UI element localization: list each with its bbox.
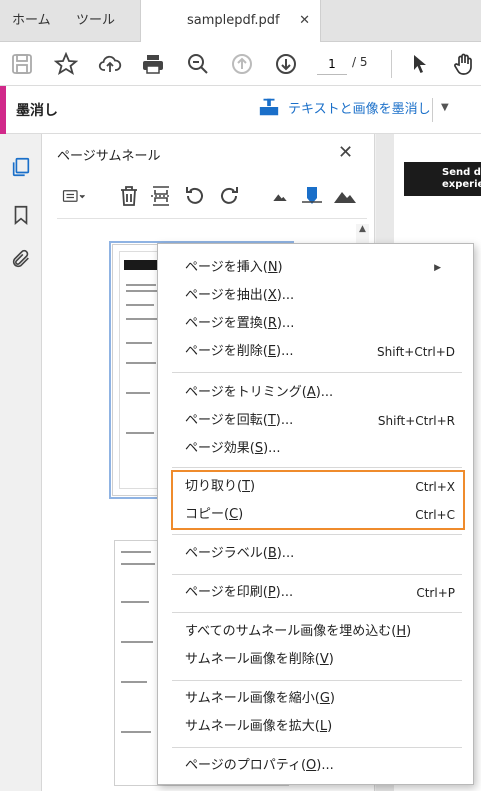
thumbnail-large-icon[interactable]	[332, 182, 358, 210]
menu-item-embed-thumbnails[interactable]: すべてのサムネール画像を埋め込む(H)	[158, 618, 473, 646]
menu-item-print-pages[interactable]: ページを印刷(P)... Ctrl+P	[158, 579, 473, 607]
menu-item-copy[interactable]: コピー(C) Ctrl+C	[158, 501, 473, 529]
banner-text-2: experien	[442, 179, 481, 190]
left-rail	[0, 134, 42, 791]
page-up-icon[interactable]	[228, 50, 256, 78]
toolbar-divider	[391, 50, 392, 78]
thumbnail-text-line	[126, 284, 156, 286]
thumbnail-context-menu: ページを挿入(N) ▶ ページを抽出(X)... ページを置換(R)... ペー…	[157, 243, 474, 785]
zoom-out-icon[interactable]	[184, 50, 212, 78]
tab-tools[interactable]: ツール	[76, 0, 115, 42]
menu-item-insert-pages[interactable]: ページを挿入(N) ▶	[158, 254, 473, 282]
print-icon[interactable]	[139, 50, 167, 78]
redact-icon	[259, 98, 279, 116]
thumbnail-text-line	[121, 731, 151, 733]
menu-item-enlarge-thumbnails[interactable]: サムネール画像を拡大(L)	[158, 713, 473, 741]
menu-item-delete-pages[interactable]: ページを削除(E)... Shift+Ctrl+D	[158, 338, 473, 366]
thumbnail-text-line	[121, 551, 151, 553]
menu-shortcut: Shift+Ctrl+R	[377, 414, 455, 428]
menu-item-cut[interactable]: 切り取り(T) Ctrl+X	[158, 473, 473, 501]
redact-action-label: テキストと画像を墨消し	[288, 101, 431, 117]
menu-separator	[172, 680, 462, 681]
page-thumbnails-icon[interactable]	[8, 154, 34, 180]
panel-close-icon[interactable]: ✕	[338, 142, 353, 163]
menu-separator	[172, 747, 462, 748]
menu-item-page-transitions[interactable]: ページ効果(S)...	[158, 435, 473, 463]
menu-shortcut: Ctrl+C	[415, 508, 455, 522]
menu-separator	[172, 612, 462, 613]
panel-toolbar	[42, 176, 375, 216]
thumbnail-text-line	[126, 290, 160, 292]
menu-separator	[172, 467, 462, 468]
thumbnail-small-icon[interactable]	[270, 182, 290, 210]
thumbnail-banner	[124, 260, 160, 270]
menu-item-rotate-pages[interactable]: ページを回転(T)... Shift+Ctrl+R	[158, 407, 473, 435]
menu-shortcut: Ctrl+X	[415, 480, 455, 494]
rotate-ccw-icon[interactable]	[182, 182, 208, 210]
redact-accent-bar	[0, 86, 6, 134]
tab-bar: ホーム ツール samplepdf.pdf ✕	[0, 0, 481, 43]
select-cursor-icon[interactable]	[406, 50, 434, 78]
menu-separator	[172, 574, 462, 575]
thumbnail-text-line	[121, 601, 149, 603]
menu-item-remove-thumbnails[interactable]: サムネール画像を削除(V)	[158, 646, 473, 674]
menu-item-page-labels[interactable]: ページラベル(B)...	[158, 540, 473, 568]
extract-page-icon[interactable]	[148, 182, 174, 210]
redact-dropdown-icon[interactable]: ▼	[441, 102, 449, 113]
scroll-up-icon[interactable]: ▲	[356, 224, 369, 238]
menu-shortcut: Shift+Ctrl+D	[377, 345, 455, 359]
panel-divider	[57, 218, 367, 219]
menu-item-replace-pages[interactable]: ページを置換(R)...	[158, 310, 473, 338]
thumbnail-text-line	[121, 563, 155, 565]
menu-shortcut: Ctrl+P	[416, 586, 455, 600]
thumbnail-size-slider-icon[interactable]	[300, 182, 324, 210]
menu-item-page-properties[interactable]: ページのプロパティ(O)...	[158, 752, 473, 780]
thumbnail-text-line	[121, 681, 147, 683]
close-tab-icon[interactable]: ✕	[299, 0, 310, 42]
cloud-upload-icon[interactable]	[96, 50, 124, 78]
menu-item-reduce-thumbnails[interactable]: サムネール画像を縮小(G)	[158, 685, 473, 713]
redact-toolbar: 墨消し テキストと画像を墨消し ▼	[0, 86, 481, 134]
star-icon[interactable]	[52, 50, 80, 78]
panel-title: ページサムネール	[57, 149, 161, 164]
page-total: / 5	[352, 55, 368, 69]
document-banner: Send do experien	[404, 162, 481, 196]
redact-divider	[432, 98, 433, 122]
redact-text-image-button[interactable]: テキストと画像を墨消し	[258, 96, 431, 118]
menu-separator	[172, 534, 462, 535]
save-icon[interactable]	[8, 50, 36, 78]
menu-item-extract-pages[interactable]: ページを抽出(X)...	[158, 282, 473, 310]
redact-title: 墨消し	[16, 103, 58, 119]
menu-item-crop-pages[interactable]: ページをトリミング(A)...	[158, 379, 473, 407]
tab-document-label: samplepdf.pdf	[187, 13, 280, 28]
thumbnail-text-line	[126, 342, 152, 344]
thumbnail-text-line	[126, 362, 156, 364]
banner-text-1: Send do	[442, 167, 481, 178]
delete-page-icon[interactable]	[116, 182, 142, 210]
thumbnail-text-line	[121, 641, 153, 643]
thumbnail-text-line	[126, 304, 154, 306]
thumbnail-text-line	[126, 318, 158, 320]
tab-home[interactable]: ホーム	[12, 0, 51, 42]
submenu-arrow-icon: ▶	[434, 263, 441, 273]
rotate-cw-icon[interactable]	[216, 182, 242, 210]
page-down-icon[interactable]	[272, 50, 300, 78]
tab-document[interactable]: samplepdf.pdf ✕	[140, 0, 321, 43]
page-number-input[interactable]	[317, 53, 347, 75]
thumbnail-text-line	[126, 392, 150, 394]
menu-separator	[172, 372, 462, 373]
hand-tool-icon[interactable]	[450, 50, 478, 78]
bookmark-icon[interactable]	[8, 202, 34, 228]
thumbnail-text-line	[126, 432, 154, 434]
options-menu-icon[interactable]	[56, 182, 92, 210]
attachment-icon[interactable]	[8, 246, 34, 272]
main-toolbar: / 5	[0, 42, 481, 86]
